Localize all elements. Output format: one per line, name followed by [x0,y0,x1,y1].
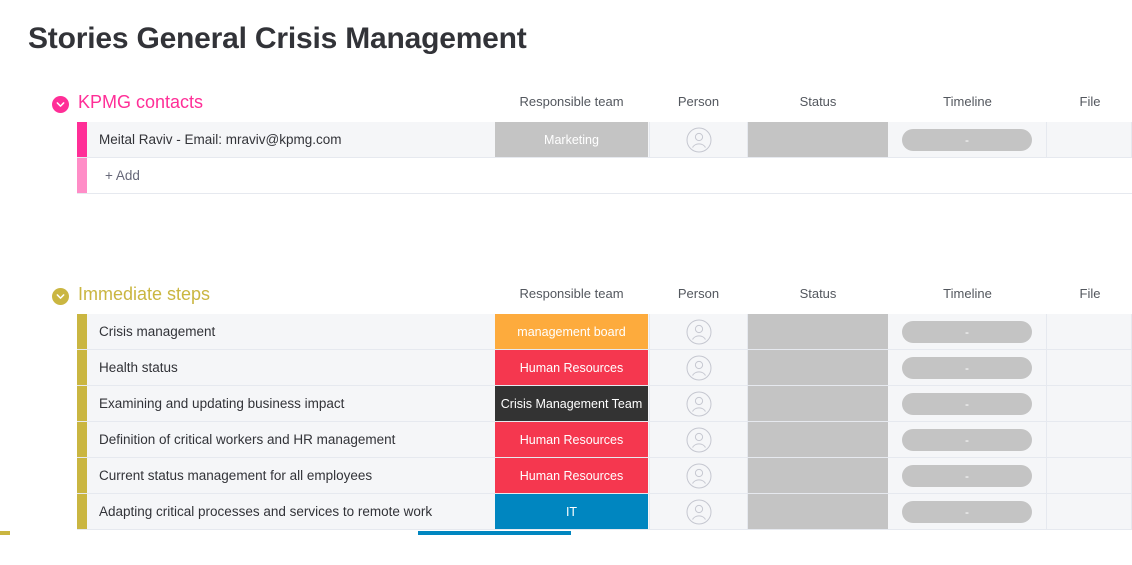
person-avatar-icon [686,319,712,345]
row-item-name[interactable]: Current status management for all employ… [99,458,372,494]
row-accent-bar [77,314,87,349]
column-header-file[interactable]: File [1048,286,1132,301]
table-row[interactable]: Meital Raviv - Email: mraviv@kpmg.com Mar… [77,122,1132,158]
cell-timeline[interactable]: - [888,494,1047,529]
row-item-name[interactable]: Definition of critical workers and HR ma… [99,422,395,458]
row-accent-bar [77,122,87,157]
group-rows: Crisis management management board - Health… [0,314,1132,535]
person-avatar-icon [686,127,712,153]
cell-person[interactable] [649,314,748,349]
cell-status[interactable] [748,458,888,493]
cell-file[interactable] [1048,314,1132,349]
row-accent-bar [77,494,87,529]
cell-status[interactable] [748,350,888,385]
row-accent-bar [77,422,87,457]
timeline-pill[interactable]: - [902,500,1032,523]
row-item-name[interactable]: Meital Raviv - Email: mraviv@kpmg.com [99,122,342,158]
row-accent-bar [77,386,87,421]
column-header-responsible-team[interactable]: Responsible team [495,94,648,109]
column-header-timeline[interactable]: Timeline [888,286,1047,301]
group-rows: Meital Raviv - Email: mraviv@kpmg.com Mar… [0,122,1132,194]
cell-responsible-team[interactable]: Marketing [495,122,648,157]
column-headers: Responsible team Person Status Timeline File [0,286,1132,308]
person-avatar-icon [686,427,712,453]
cell-responsible-team[interactable]: Human Resources [495,458,648,493]
cell-responsible-team[interactable]: IT [495,494,648,529]
cell-person[interactable] [649,350,748,385]
timeline-pill[interactable]: - [902,128,1032,151]
timeline-pill[interactable]: - [902,428,1032,451]
group-kpmg-contacts: KPMG contacts Responsible team Person Statu… [0,92,1132,194]
timeline-pill[interactable]: - [902,464,1032,487]
column-header-file[interactable]: File [1048,94,1132,109]
cell-file[interactable] [1048,386,1132,421]
cell-file[interactable] [1048,422,1132,457]
cell-file[interactable] [1048,122,1132,157]
cell-person[interactable] [649,422,748,457]
cell-status[interactable] [748,122,888,157]
cell-responsible-team[interactable]: Human Resources [495,350,648,385]
column-header-person[interactable]: Person [649,94,748,109]
group-header: KPMG contacts Responsible team Person Statu… [0,92,1132,122]
cell-responsible-team[interactable]: Crisis Management Team [495,386,648,421]
cell-person[interactable] [649,458,748,493]
timeline-pill[interactable]: - [902,356,1032,379]
table-row[interactable]: Current status management for all employ… [77,458,1132,494]
page-title: Stories General Crisis Management [28,22,527,55]
column-header-person[interactable]: Person [649,286,748,301]
row-item-name[interactable]: Adapting critical processes and services… [99,494,432,530]
table-row[interactable]: Definition of critical workers and HR ma… [77,422,1132,458]
cell-responsible-team[interactable]: management board [495,314,648,349]
cell-file[interactable] [1048,458,1132,493]
column-header-status[interactable]: Status [748,286,888,301]
person-avatar-icon [686,355,712,381]
table-row[interactable]: Health status Human Resources - [77,350,1132,386]
group-header: Immediate steps Responsible team Person Sta… [0,284,1132,314]
add-row-accent-bar [77,158,87,193]
cell-timeline[interactable]: - [888,422,1047,457]
row-accent-bar [77,458,87,493]
cell-timeline[interactable]: - [888,122,1047,157]
cell-timeline[interactable]: - [888,458,1047,493]
add-row-label[interactable]: + Add [105,158,140,194]
add-row[interactable]: + Add [77,158,1132,194]
cell-responsible-team[interactable]: Human Resources [495,422,648,457]
row-item-name[interactable]: Examining and updating business impact [99,386,344,422]
person-avatar-icon [686,463,712,489]
board-view: Stories General Crisis Management KPMG c… [0,0,1132,565]
person-avatar-icon [686,391,712,417]
table-row[interactable]: Adapting critical processes and services… [77,494,1132,530]
column-headers: Responsible team Person Status Timeline File [0,94,1132,116]
timeline-pill[interactable]: - [902,320,1032,343]
group-immediate-steps: Immediate steps Responsible team Person Sta… [0,284,1132,535]
cell-timeline[interactable]: - [888,314,1047,349]
row-item-name[interactable]: Crisis management [99,314,215,350]
row-accent-bar [77,350,87,385]
person-avatar-icon [686,499,712,525]
column-header-status[interactable]: Status [748,94,888,109]
cell-file[interactable] [1048,494,1132,529]
cell-person[interactable] [649,494,748,529]
table-row[interactable]: Examining and updating business impact Cr… [77,386,1132,422]
partial-next-row-team [418,531,571,535]
cell-status[interactable] [748,386,888,421]
column-header-timeline[interactable]: Timeline [888,94,1047,109]
timeline-pill[interactable]: - [902,392,1032,415]
cell-status[interactable] [748,494,888,529]
cell-file[interactable] [1048,350,1132,385]
cell-status[interactable] [748,422,888,457]
cell-person[interactable] [649,386,748,421]
table-row[interactable]: Crisis management management board - [77,314,1132,350]
cell-person[interactable] [649,122,748,157]
cell-status[interactable] [748,314,888,349]
cell-timeline[interactable]: - [888,350,1047,385]
cell-timeline[interactable]: - [888,386,1047,421]
partial-next-row-accent [0,531,10,535]
column-header-responsible-team[interactable]: Responsible team [495,286,648,301]
row-item-name[interactable]: Health status [99,350,178,386]
